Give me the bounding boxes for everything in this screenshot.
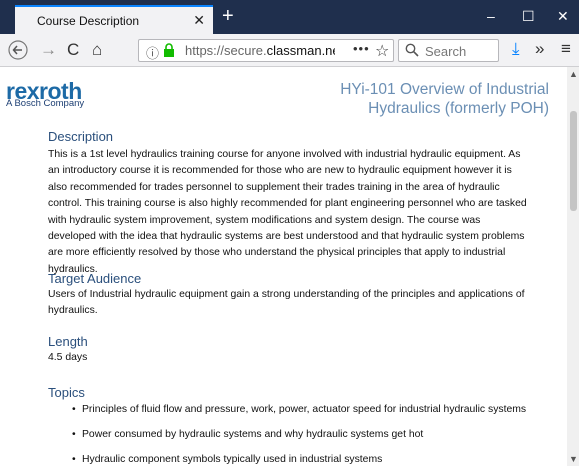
search-input[interactable]: Search bbox=[398, 39, 499, 62]
info-icon[interactable]: ⓘ bbox=[146, 43, 159, 62]
scrollbar[interactable]: ▲ ▼ bbox=[567, 67, 579, 466]
course-title: HYi-101 Overview of Industrial Hydraulic… bbox=[340, 81, 549, 117]
download-icon[interactable]: ⤓ bbox=[512, 39, 520, 59]
lock-icon bbox=[164, 43, 174, 57]
scrollbar-thumb[interactable] bbox=[570, 111, 577, 211]
logo-tagline: A Bosch Company bbox=[6, 98, 85, 109]
tab-bar: Course Description ✕ + – ☐ ✕ bbox=[0, 0, 579, 34]
forward-icon[interactable]: → bbox=[40, 40, 57, 60]
new-tab-icon[interactable]: + bbox=[222, 6, 234, 26]
list-item: Principles of fluid flow and pressure, w… bbox=[72, 402, 542, 427]
audience-heading: Target Audience bbox=[48, 271, 142, 286]
description-heading: Description bbox=[48, 129, 114, 144]
nav-toolbar: → C ⌂ ⓘ https://secure.classman.net/ •••… bbox=[0, 34, 579, 67]
bookmark-star-icon[interactable]: ☆ bbox=[375, 41, 389, 61]
scroll-up-icon[interactable]: ▲ bbox=[569, 69, 578, 79]
window-close-icon[interactable]: ✕ bbox=[557, 9, 569, 23]
list-item: Power consumed by hydraulic systems and … bbox=[72, 427, 542, 452]
scroll-down-icon[interactable]: ▼ bbox=[569, 454, 578, 464]
page-content: rexroth A Bosch Company HYi-101 Overview… bbox=[0, 67, 567, 466]
overflow-menu-icon[interactable]: » bbox=[535, 39, 544, 59]
page-actions-icon[interactable]: ••• bbox=[353, 41, 370, 56]
audience-text: Users of Industrial hydraulic equipment … bbox=[48, 289, 525, 317]
hamburger-menu-icon[interactable]: ≡ bbox=[561, 39, 571, 59]
minimize-icon[interactable]: – bbox=[487, 9, 495, 23]
description-text: This is a 1st level hydraulics training … bbox=[48, 149, 527, 275]
back-icon[interactable] bbox=[8, 40, 28, 65]
length-text: 4.5 days bbox=[48, 352, 88, 363]
length-heading: Length bbox=[48, 334, 88, 349]
maximize-icon[interactable]: ☐ bbox=[522, 9, 535, 23]
list-item: Hydraulic component symbols typically us… bbox=[72, 452, 542, 466]
search-icon bbox=[405, 43, 419, 57]
close-icon[interactable]: ✕ bbox=[193, 12, 205, 29]
url-bar[interactable]: ⓘ https://secure.classman.net/ ••• ☆ bbox=[138, 39, 394, 62]
search-placeholder: Search bbox=[425, 44, 467, 59]
reload-icon[interactable]: C bbox=[67, 40, 79, 60]
url-text[interactable]: https://secure.classman.net/ bbox=[185, 43, 335, 58]
home-icon[interactable]: ⌂ bbox=[92, 40, 102, 60]
topics-list: Principles of fluid flow and pressure, w… bbox=[72, 402, 542, 466]
topics-heading: Topics bbox=[48, 385, 85, 400]
tab-title: Course Description bbox=[37, 14, 140, 28]
tab-course-description[interactable]: Course Description ✕ bbox=[15, 5, 213, 34]
